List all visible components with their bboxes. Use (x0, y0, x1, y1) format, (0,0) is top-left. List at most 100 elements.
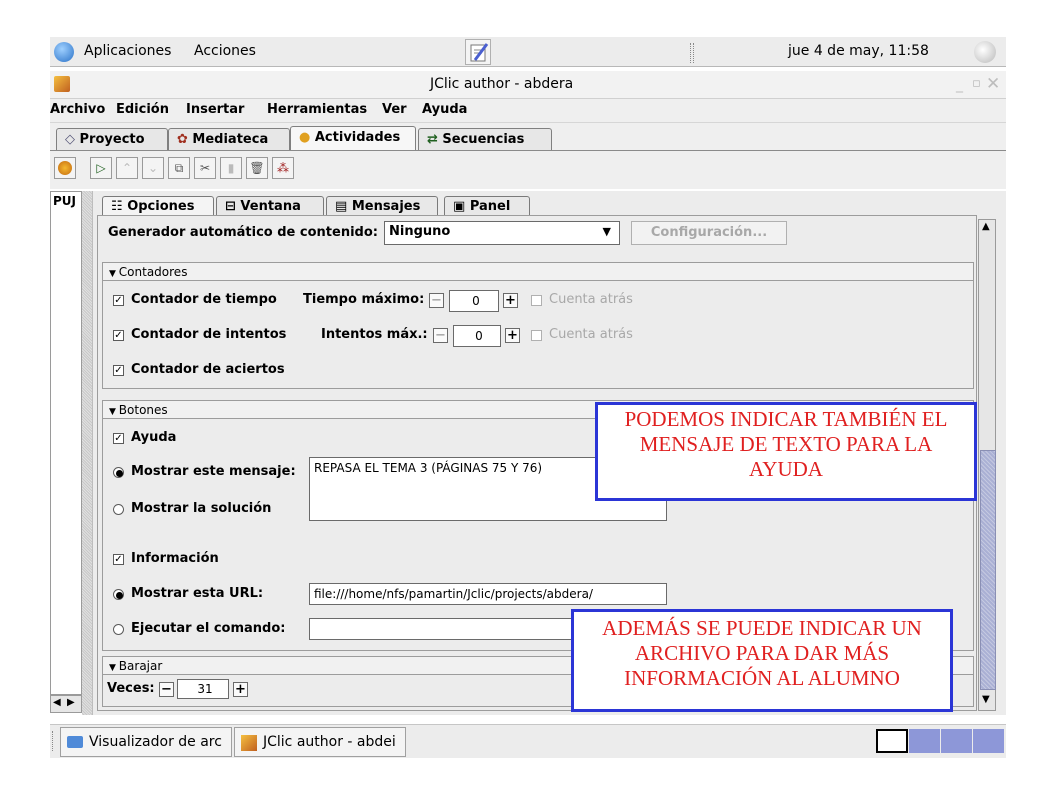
tab-panel[interactable]: ▣ Panel (444, 196, 530, 217)
info-checkbox[interactable]: ✓ (113, 554, 124, 565)
tab-ventana[interactable]: ⊟ Ventana (216, 196, 324, 217)
max-time-label: Tiempo máximo: (303, 292, 425, 307)
countdown2-checkbox[interactable] (531, 330, 542, 341)
scroll-thumb[interactable] (980, 450, 996, 690)
panel-icon: ▣ (453, 199, 470, 214)
counters-group-header[interactable]: ▼ Contadores (102, 262, 974, 281)
help-checkbox[interactable]: ✓ (113, 433, 124, 444)
annotation-info-file: ADEMÁS SE PUEDE INDICAR UN ARCHIVO PARA … (571, 609, 953, 712)
taskbar-handle[interactable] (52, 731, 56, 751)
move-down-button[interactable]: ⌄ (142, 157, 164, 179)
grid-icon: ⁂ (277, 161, 289, 175)
arrow-up-icon[interactable]: ▲ (982, 221, 990, 232)
jclic-app-icon[interactable] (54, 76, 70, 92)
splitter[interactable] (82, 191, 92, 715)
attempts-counter-checkbox[interactable]: ✓ (113, 330, 124, 341)
menu-edicion[interactable]: Edición (116, 102, 169, 117)
dropdown-arrow-icon: ▼ (602, 225, 611, 238)
counters-group: ✓ Contador de tiempo Tiempo máximo: − 0 … (102, 281, 974, 389)
cut-button[interactable]: ✂ (194, 157, 216, 179)
tab-opciones[interactable]: ☷ Opciones (102, 196, 214, 217)
workspace-1[interactable] (876, 729, 908, 753)
task-file-browser[interactable]: Visualizador de arc (60, 727, 232, 757)
run-command-label: Ejecutar el comando: (131, 621, 286, 636)
activity-list[interactable]: PUJ (50, 191, 82, 695)
shuffle-button[interactable]: ⁂ (272, 157, 294, 179)
delete-button[interactable]: 🗑 (246, 157, 268, 179)
task-jclic-author[interactable]: JClic author - abdei (234, 727, 406, 757)
workspace-switcher[interactable] (876, 729, 1004, 755)
panel-separator (690, 43, 694, 63)
activities-icon: ● (299, 130, 315, 145)
generator-select[interactable]: Ninguno ▼ (384, 221, 620, 245)
time-counter-checkbox[interactable]: ✓ (113, 295, 124, 306)
scissors-icon: ✂ (199, 161, 211, 175)
sequences-icon: ⇄ (427, 132, 443, 147)
attempts-counter-label: Contador de intentos (131, 327, 287, 342)
window-title-bar[interactable]: JClic author - abdera _ ▫ ✕ (50, 71, 1006, 99)
menu-ver[interactable]: Ver (382, 102, 407, 117)
messages-icon: ▤ (335, 199, 352, 214)
clock[interactable]: jue 4 de may, 11:58 (788, 43, 929, 59)
tab-mediateca[interactable]: ✿ Mediateca (168, 128, 290, 150)
max-attempts-increment[interactable]: + (505, 328, 520, 343)
arrow-left-icon[interactable]: ◀ (53, 697, 61, 708)
text-editor-launcher-icon[interactable] (465, 39, 491, 65)
workspace-4[interactable] (973, 729, 1004, 753)
close-icon[interactable]: ✕ (986, 74, 1000, 94)
menu-archivo[interactable]: Archivo (50, 102, 105, 117)
tab-actividades[interactable]: ● Actividades (290, 126, 416, 151)
countdown-checkbox[interactable] (531, 295, 542, 306)
configuration-button[interactable]: Configuración... (631, 221, 787, 245)
tab-secuencias[interactable]: ⇄ Secuencias (418, 128, 552, 150)
gnome-foot-icon[interactable] (54, 42, 74, 62)
show-url-radio[interactable] (113, 589, 124, 600)
window-icon: ⊟ (225, 199, 241, 214)
max-attempts-field[interactable]: 0 (453, 325, 501, 347)
applications-menu[interactable]: Aplicaciones (84, 43, 171, 59)
minimize-icon[interactable]: _ (956, 77, 963, 93)
media-icon: ✿ (177, 132, 193, 147)
tab-mensajes[interactable]: ▤ Mensajes (326, 196, 438, 217)
show-message-radio[interactable] (113, 467, 124, 478)
copy-button[interactable]: ⧉ (168, 157, 190, 179)
folder-icon (67, 736, 83, 748)
activity-list-item[interactable]: PUJ (53, 194, 76, 208)
times-increment[interactable]: + (233, 682, 248, 697)
times-label: Veces: (107, 681, 155, 696)
url-field[interactable]: file:///home/nfs/pamartin/Jclic/projects… (309, 583, 667, 605)
new-activity-button[interactable] (54, 157, 76, 179)
arrow-right-icon[interactable]: ▶ (67, 697, 75, 708)
move-up-button[interactable]: ⌃ (116, 157, 138, 179)
max-attempts-decrement[interactable]: − (433, 328, 448, 343)
top-panel: Aplicaciones Acciones jue 4 de may, 11:5… (50, 37, 1006, 67)
max-time-increment[interactable]: + (503, 293, 518, 308)
times-field[interactable]: 31 (177, 679, 229, 699)
max-time-decrement[interactable]: − (429, 293, 444, 308)
list-hscroll[interactable]: ◀ ▶ (50, 695, 82, 713)
tab-proyecto[interactable]: ◇ Proyecto (56, 128, 168, 150)
maximize-icon[interactable]: ▫ (972, 76, 981, 91)
menu-insertar[interactable]: Insertar (186, 102, 244, 117)
max-time-field[interactable]: 0 (449, 290, 499, 312)
window-title: JClic author - abdera (430, 76, 574, 92)
hits-counter-checkbox[interactable]: ✓ (113, 365, 124, 376)
run-command-radio[interactable] (113, 624, 124, 635)
times-decrement[interactable]: − (159, 682, 174, 697)
max-attempts-label: Intentos máx.: (321, 327, 428, 342)
project-icon: ◇ (65, 132, 80, 147)
options-vscroll[interactable]: ▲ ▼ (978, 219, 996, 711)
arrow-down-icon[interactable]: ▼ (982, 694, 990, 705)
paste-button[interactable]: ▮ (220, 157, 242, 179)
logout-icon[interactable] (974, 41, 996, 63)
new-activity-icon (58, 161, 72, 175)
workspace-3[interactable] (941, 729, 972, 753)
chevron-down-icon: ⌄ (147, 161, 159, 175)
menu-ayuda[interactable]: Ayuda (422, 102, 467, 117)
actions-menu[interactable]: Acciones (194, 43, 256, 59)
collapse-arrow-icon: ▼ (109, 269, 119, 279)
play-button[interactable]: ▷ (90, 157, 112, 179)
menu-herramientas[interactable]: Herramientas (267, 102, 367, 117)
workspace-2[interactable] (909, 729, 940, 753)
show-solution-radio[interactable] (113, 504, 124, 515)
